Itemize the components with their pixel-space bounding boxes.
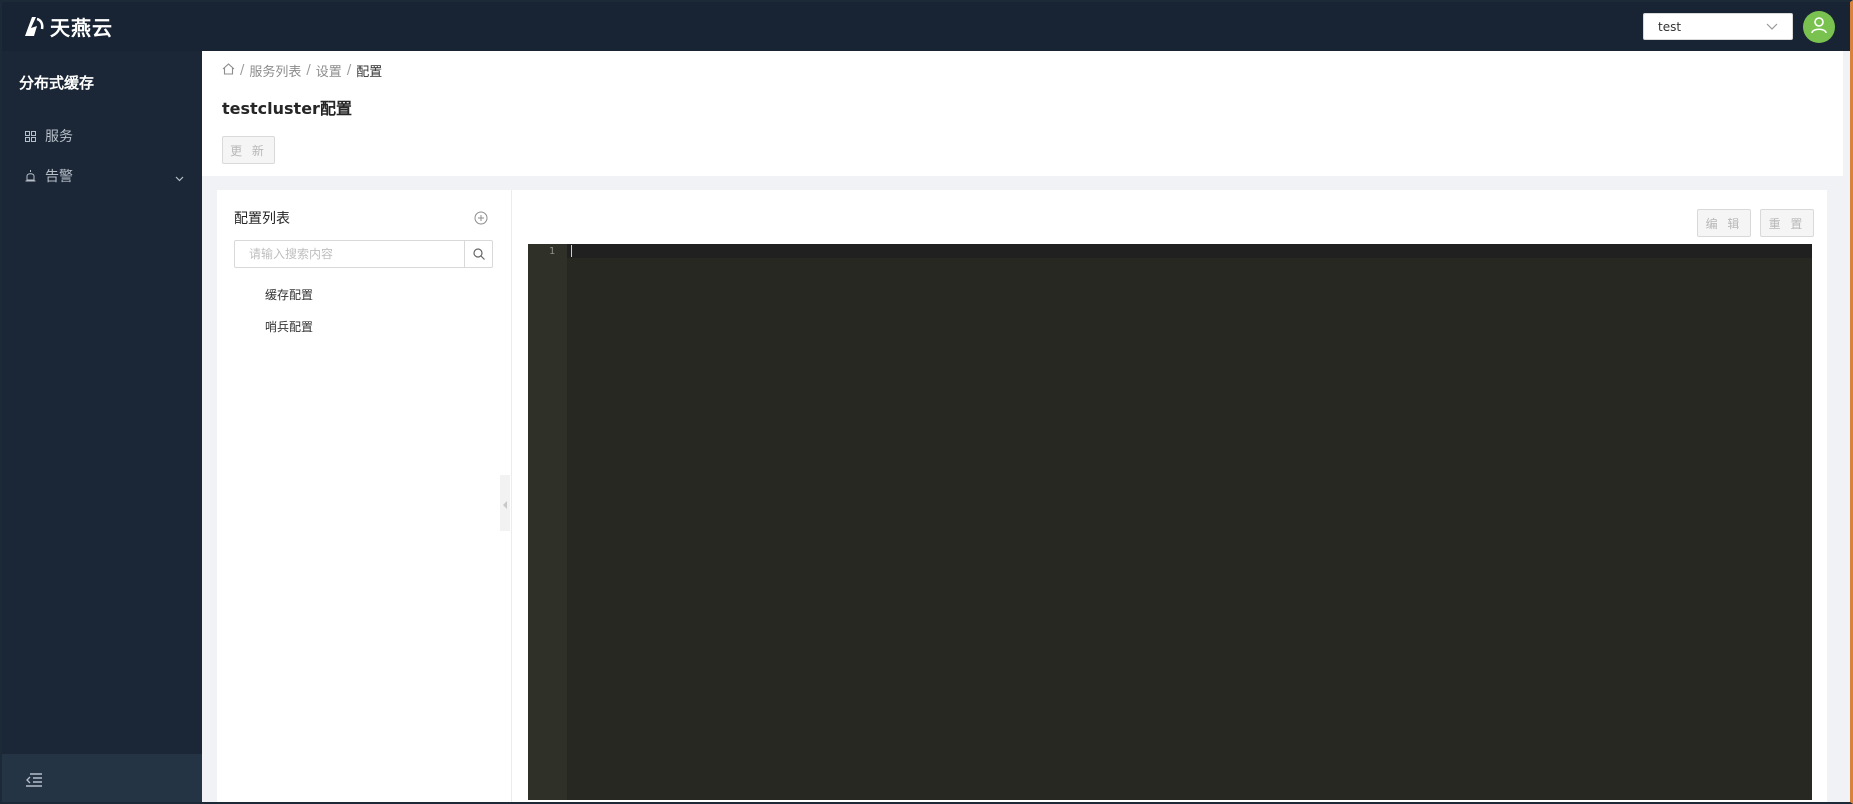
breadcrumb-separator: / (346, 63, 352, 78)
breadcrumb-item-settings[interactable]: 设置 (316, 61, 342, 80)
breadcrumb-separator: / (306, 63, 311, 78)
breadcrumb-item-service-list[interactable]: 服务列表 (249, 61, 301, 80)
logo-icon (22, 14, 46, 38)
sidebar-title: 分布式缓存 (19, 74, 95, 92)
user-avatar[interactable] (1803, 11, 1835, 43)
sidebar: 分布式缓存 服务 告警 (0, 51, 202, 804)
breadcrumb: / 服务列表 / 设置 / 配置 (222, 61, 382, 80)
sidebar-footer (0, 754, 202, 804)
alarm-icon (24, 170, 36, 182)
brand-logo[interactable]: 天燕云 (22, 12, 113, 40)
chevron-down-icon (175, 170, 184, 186)
line-number: 1 (548, 246, 555, 257)
search-icon (472, 245, 485, 264)
edit-button[interactable]: 编 辑 (1697, 209, 1751, 237)
tenant-select[interactable]: test (1643, 13, 1793, 40)
menu-fold-icon[interactable] (25, 772, 45, 788)
active-line-highlight (567, 244, 1812, 258)
text-cursor (571, 245, 572, 257)
update-button[interactable]: 更 新 (222, 136, 275, 164)
caret-left-icon (502, 494, 508, 513)
search-box (234, 240, 493, 268)
user-icon (1810, 16, 1828, 38)
config-item-cache[interactable]: 缓存配置 (265, 286, 313, 303)
home-icon[interactable] (222, 62, 235, 79)
tenant-select-value: test (1658, 19, 1682, 34)
sidebar-item-services[interactable]: 服务 (0, 118, 202, 154)
config-list-panel: 配置列表 缓存配置 哨兵配置 (217, 190, 512, 804)
editor-panel: 编 辑 重 置 1 (511, 190, 1827, 804)
code-editor[interactable]: 1 (528, 244, 1812, 800)
page-header: / 服务列表 / 设置 / 配置 testcluster配置 更 新 (202, 51, 1843, 176)
config-list-title: 配置列表 (234, 211, 290, 227)
page-title: testcluster配置 (222, 99, 352, 118)
chevron-down-icon (1766, 20, 1778, 34)
grid-icon (24, 130, 36, 142)
sidebar-item-label: 告警 (45, 169, 73, 185)
sidebar-item-label: 服务 (45, 129, 73, 145)
main-content: 配置列表 缓存配置 哨兵配置 (217, 190, 1827, 804)
breadcrumb-separator: / (240, 63, 245, 78)
add-circle-icon[interactable] (474, 210, 488, 225)
search-button[interactable] (464, 241, 492, 267)
brand-name: 天燕云 (50, 15, 113, 40)
panel-splitter[interactable] (500, 475, 510, 531)
sidebar-item-alarms[interactable]: 告警 (0, 158, 202, 194)
reset-button[interactable]: 重 置 (1760, 209, 1814, 237)
breadcrumb-item-current: 配置 (356, 65, 383, 80)
top-bar: 天燕云 test (0, 0, 1853, 51)
editor-gutter: 1 (528, 244, 567, 800)
search-input[interactable] (235, 241, 464, 267)
config-item-sentinel[interactable]: 哨兵配置 (265, 318, 313, 335)
